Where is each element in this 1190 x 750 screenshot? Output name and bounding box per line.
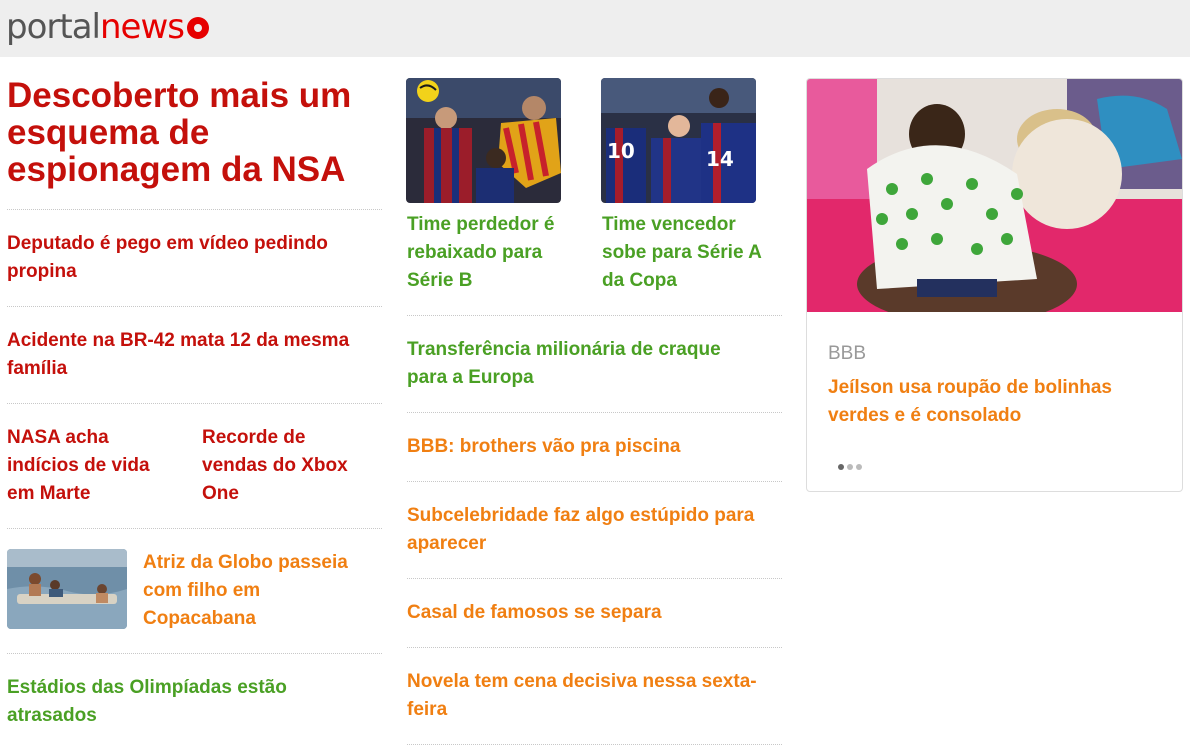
news-link-nasa[interactable]: NASA acha indícios de vida em Marte (7, 424, 177, 508)
carousel-dots (838, 457, 865, 475)
logo-portal-text: portal (6, 7, 101, 47)
soccer-photo-1 (406, 78, 561, 203)
news-link-time-vencedor[interactable]: Time vencedor sobe para Série A da Copa (602, 211, 777, 295)
logo-news-text: news (99, 7, 185, 47)
divider (407, 315, 782, 316)
svg-text:14: 14 (706, 147, 734, 171)
divider (7, 528, 382, 529)
logo-dot-icon (186, 17, 209, 39)
beach-photo (7, 549, 127, 629)
news-link-time-perdedor[interactable]: Time perdedor é rebaixado para Série B (407, 211, 577, 295)
beach-thumbnail[interactable] (7, 549, 127, 629)
news-link-estadios[interactable]: Estádios das Olimpíadas estão atrasados (7, 674, 337, 730)
divider (407, 578, 782, 579)
svg-text:10: 10 (607, 139, 635, 163)
soccer-thumbnail-2[interactable]: 10 14 (601, 78, 756, 203)
divider (407, 412, 782, 413)
carousel-dot-1[interactable] (838, 464, 844, 470)
news-link-deputado[interactable]: Deputado é pego em vídeo pedindo propina (7, 230, 367, 286)
divider (7, 209, 382, 210)
divider (407, 481, 782, 482)
soccer-thumbnail-1[interactable] (406, 78, 561, 203)
news-link-atriz[interactable]: Atriz da Globo passeia com filho em Copa… (143, 549, 373, 633)
soccer-photo-2: 10 14 (601, 78, 756, 203)
news-link-xbox[interactable]: Recorde de vendas do Xbox One (202, 424, 372, 508)
news-link-novela[interactable]: Novela tem cena decisiva nessa sexta-fei… (407, 668, 782, 724)
divider (7, 653, 382, 654)
bbb-photo (807, 79, 1182, 324)
featured-image[interactable] (807, 79, 1182, 324)
divider (7, 403, 382, 404)
carousel-dot-2[interactable] (847, 464, 853, 470)
news-link-bbb-piscina[interactable]: BBB: brothers vão pra piscina (407, 433, 782, 461)
news-link-transferencia[interactable]: Transferência milionária de craque para … (407, 336, 757, 392)
news-link-casal[interactable]: Casal de famosos se separa (407, 599, 782, 627)
divider (7, 306, 382, 307)
card-category: BBB (828, 343, 867, 364)
portalnews-logo[interactable]: portalnews (6, 2, 209, 52)
card-title-link[interactable]: Jeílson usa roupão de bolinhas verdes e … (828, 374, 1168, 430)
main-headline[interactable]: Descoberto mais um esquema de espionagem… (7, 77, 377, 188)
featured-card: BBB Jeílson usa roupão de bolinhas verde… (806, 78, 1183, 492)
news-link-subcelebridade[interactable]: Subcelebridade faz algo estúpido para ap… (407, 502, 782, 558)
divider (407, 647, 782, 648)
site-header: portalnews (0, 0, 1190, 57)
news-link-acidente[interactable]: Acidente na BR-42 mata 12 da mesma famíl… (7, 327, 382, 383)
carousel-dot-3[interactable] (856, 464, 862, 470)
divider (407, 744, 782, 745)
